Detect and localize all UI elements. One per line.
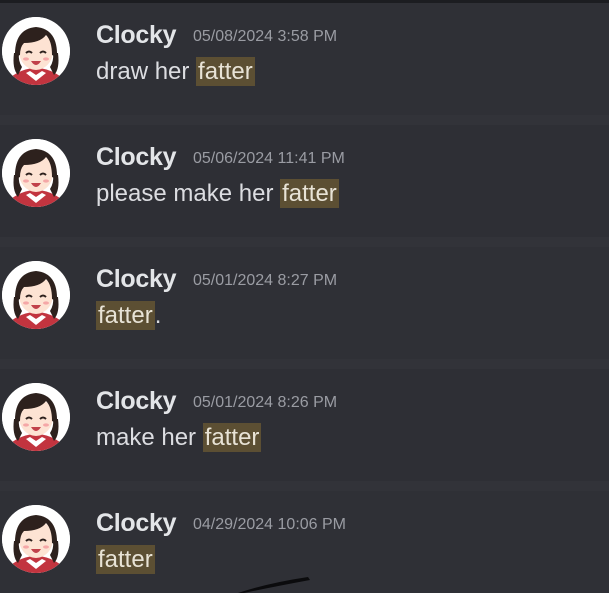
message-text: please make her (96, 180, 281, 207)
message-item[interactable]: Clocky 05/01/2024 8:27 PM fatter. (0, 247, 609, 359)
username[interactable]: Clocky (96, 143, 176, 172)
anime-girl-avatar-icon (2, 261, 70, 329)
message-content: please make her fatter (96, 179, 339, 208)
message-timestamp: 05/01/2024 8:26 PM (193, 394, 338, 411)
message-text: make her (96, 424, 203, 451)
username[interactable]: Clocky (96, 387, 176, 416)
message-text-after: . (154, 302, 162, 329)
user-avatar[interactable] (2, 505, 70, 573)
anime-girl-avatar-icon (2, 383, 70, 451)
message-content: fatter (96, 545, 155, 574)
user-avatar[interactable] (2, 383, 70, 451)
search-results-list: Clocky 05/08/2024 3:58 PM draw her fatte… (0, 3, 609, 593)
username[interactable]: Clocky (96, 21, 176, 50)
anime-girl-avatar-icon (2, 17, 70, 85)
message-content: make her fatter (96, 423, 262, 452)
cursor-stroke-mark (238, 577, 310, 593)
username[interactable]: Clocky (96, 265, 176, 294)
message-item[interactable]: Clocky 05/01/2024 8:26 PM make her fatte… (0, 369, 609, 481)
username[interactable]: Clocky (96, 509, 176, 538)
message-text: draw her (96, 58, 197, 85)
message-timestamp: 04/29/2024 10:06 PM (193, 516, 347, 533)
message-timestamp: 05/01/2024 8:27 PM (193, 272, 338, 289)
user-avatar[interactable] (2, 17, 70, 85)
search-highlight: fatter (280, 179, 339, 208)
user-avatar[interactable] (2, 139, 70, 207)
message-timestamp: 05/08/2024 3:58 PM (193, 28, 338, 45)
anime-girl-avatar-icon (2, 505, 70, 573)
message-item[interactable]: Clocky 05/08/2024 3:58 PM draw her fatte… (0, 3, 609, 115)
search-highlight: fatter (96, 301, 155, 330)
anime-girl-avatar-icon (2, 139, 70, 207)
message-item[interactable]: Clocky 05/06/2024 11:41 PM please make h… (0, 125, 609, 237)
message-content: fatter. (96, 301, 162, 330)
search-highlight: fatter (202, 423, 262, 452)
message-timestamp: 05/06/2024 11:41 PM (193, 150, 345, 167)
user-avatar[interactable] (2, 261, 70, 329)
search-highlight: fatter (96, 545, 155, 574)
search-highlight: fatter (196, 57, 255, 86)
message-content: draw her fatter (96, 57, 255, 86)
